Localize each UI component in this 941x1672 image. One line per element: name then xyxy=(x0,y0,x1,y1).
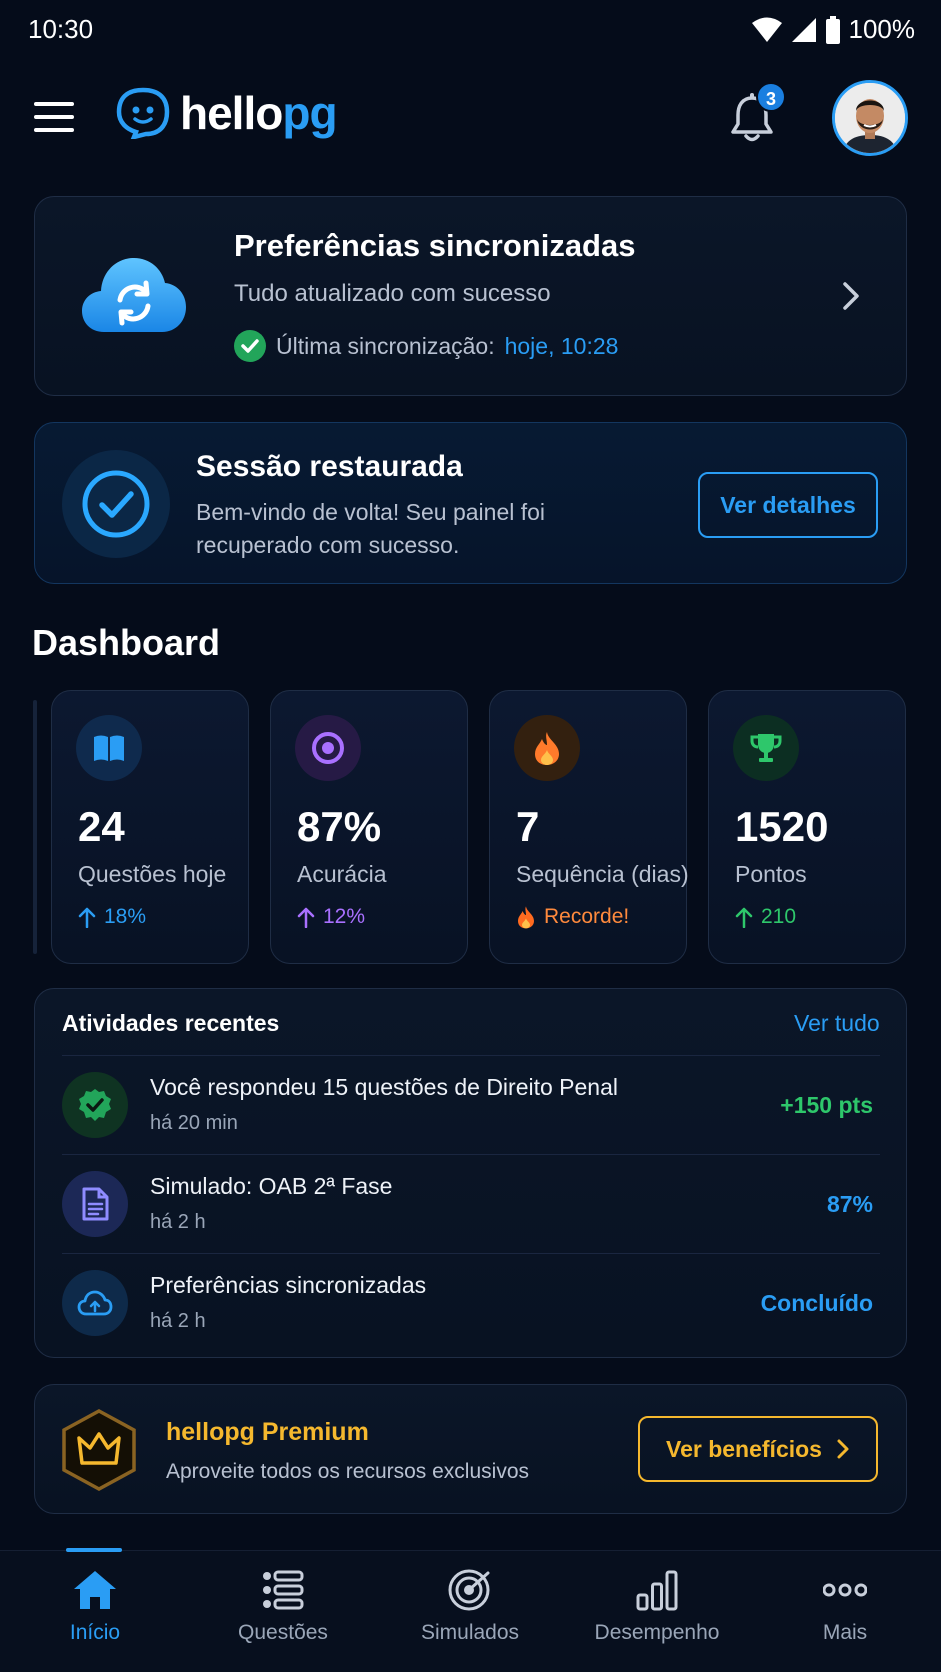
activity-item[interactable]: Você respondeu 15 questões de Direito Pe… xyxy=(34,1058,907,1156)
fire-icon xyxy=(518,906,534,929)
check-circle-icon xyxy=(62,450,170,558)
stat-value: 87% xyxy=(297,803,382,850)
stat-label: Acurácia xyxy=(297,861,387,887)
nav-label: Início xyxy=(69,1621,121,1644)
session-title: Sessão restaurada xyxy=(196,450,463,483)
activity-value: +150 pts xyxy=(780,1092,873,1118)
check-circle-icon xyxy=(234,330,266,362)
dashboard-title: Dashboard xyxy=(32,622,221,663)
stat-trend-value: Recorde! xyxy=(544,905,630,928)
stat-label: Sequência (dias) xyxy=(516,861,689,887)
activities-title: Atividades recentes xyxy=(62,1010,280,1036)
nav-label: Simulados xyxy=(420,1621,520,1644)
last-sync-time: hoje, 10:28 xyxy=(504,332,619,359)
more-icon xyxy=(823,1583,867,1597)
status-time: 10:30 xyxy=(28,14,94,44)
app-logo: hellopg xyxy=(116,86,338,140)
premium-subtitle: Aproveite todos os recursos exclusivos xyxy=(166,1460,529,1483)
menu-icon[interactable] xyxy=(34,100,76,134)
document-icon xyxy=(62,1171,128,1237)
bottom-navigation: Início Questões Simulados Desempenho Mai… xyxy=(0,1550,941,1672)
avatar[interactable] xyxy=(832,80,908,156)
divider xyxy=(62,1154,880,1155)
chevron-right-icon[interactable] xyxy=(840,280,862,312)
nav-item-inicio[interactable]: Início xyxy=(20,1569,170,1645)
book-icon xyxy=(76,715,142,781)
logo-text-pg: pg xyxy=(282,87,337,139)
see-all-link[interactable]: Ver tudo xyxy=(794,1010,880,1037)
stat-trend-value: 12% xyxy=(323,905,366,928)
activity-time: há 2 h xyxy=(150,1310,206,1332)
stat-trend: 18% xyxy=(78,905,146,929)
stat-label: Pontos xyxy=(735,861,807,887)
nav-item-desempenho[interactable]: Desempenho xyxy=(582,1569,732,1645)
arrow-up-icon xyxy=(297,907,315,928)
stat-card-accuracy[interactable]: 87% Acurácia 12% xyxy=(270,690,468,964)
crown-icon xyxy=(60,1408,138,1492)
view-benefits-button[interactable]: Ver benefícios xyxy=(638,1416,878,1482)
view-details-button[interactable]: Ver detalhes xyxy=(698,472,878,538)
status-icons: 100% xyxy=(751,14,916,45)
target-icon xyxy=(295,715,361,781)
activity-title: Simulado: OAB 2ª Fase xyxy=(150,1173,393,1199)
target-icon xyxy=(448,1569,490,1611)
activity-title: Você respondeu 15 questões de Direito Pe… xyxy=(150,1074,618,1100)
battery-icon xyxy=(825,15,840,44)
bar-chart-icon xyxy=(636,1570,678,1611)
stat-label: Questões hoje xyxy=(78,861,227,887)
scroll-edge-hint xyxy=(33,700,37,954)
logo-mascot-icon xyxy=(116,87,170,139)
chevron-right-icon xyxy=(837,1439,849,1459)
nav-item-simulados[interactable]: Simulados xyxy=(395,1569,545,1645)
activity-item[interactable]: Simulado: OAB 2ª Fase há 2 h 87% xyxy=(34,1157,907,1255)
stat-trend-value: 18% xyxy=(104,905,147,928)
last-sync-info: Última sincronização: hoje, 10:28 xyxy=(234,330,618,362)
sync-subtitle: Tudo atualizado com sucesso xyxy=(234,280,551,307)
view-benefits-label: Ver benefícios xyxy=(666,1435,822,1462)
activity-time: há 2 h xyxy=(150,1211,206,1233)
home-icon xyxy=(74,1571,116,1609)
stat-trend: Recorde! xyxy=(516,905,629,929)
battery-percent: 100% xyxy=(848,14,916,44)
nav-label: Desempenho xyxy=(594,1621,720,1644)
activity-value: Concluído xyxy=(760,1290,873,1316)
activity-value: 87% xyxy=(826,1191,873,1217)
premium-title: hellopg Premium xyxy=(166,1418,369,1446)
nav-label: Questões xyxy=(238,1621,328,1644)
activity-title: Preferências sincronizadas xyxy=(150,1272,427,1298)
arrow-up-icon xyxy=(735,907,753,928)
activity-item[interactable]: Preferências sincronizadas há 2 h Conclu… xyxy=(34,1256,907,1354)
logo-text-hello: hello xyxy=(180,87,283,139)
stat-card-questions[interactable]: 24 Questões hoje 18% xyxy=(51,690,249,964)
cloud-sync-icon xyxy=(80,250,188,336)
wifi-icon xyxy=(751,17,782,42)
session-description: Bem-vindo de volta! Seu painel foi recup… xyxy=(196,499,546,558)
stat-value: 1520 xyxy=(735,803,829,850)
stat-card-points[interactable]: 1520 Pontos 210 xyxy=(708,690,906,964)
stat-trend-value: 210 xyxy=(761,905,797,928)
stat-trend: 12% xyxy=(297,905,365,929)
arrow-up-icon xyxy=(78,907,96,928)
list-icon xyxy=(263,1570,304,1610)
divider xyxy=(62,1253,880,1254)
active-tab-indicator xyxy=(66,1548,122,1552)
last-sync-label: Última sincronização: xyxy=(276,332,495,359)
nav-item-mais[interactable]: Mais xyxy=(770,1569,920,1645)
sync-title: Preferências sincronizadas xyxy=(234,228,636,263)
stat-trend: 210 xyxy=(735,905,796,929)
stat-value: 24 xyxy=(78,803,125,850)
fire-icon xyxy=(514,715,580,781)
check-icon xyxy=(62,1072,128,1138)
notification-badge: 3 xyxy=(756,82,786,112)
nav-item-questoes[interactable]: Questões xyxy=(208,1569,358,1645)
signal-icon xyxy=(791,17,816,42)
stat-value: 7 xyxy=(516,803,540,850)
activity-time: há 20 min xyxy=(150,1112,238,1134)
cloud-sync-icon xyxy=(62,1270,128,1336)
stat-card-streak[interactable]: 7 Sequência (dias) Recorde! xyxy=(489,690,689,964)
nav-label: Mais xyxy=(822,1621,868,1644)
divider xyxy=(62,1055,880,1056)
trophy-icon xyxy=(733,715,799,781)
